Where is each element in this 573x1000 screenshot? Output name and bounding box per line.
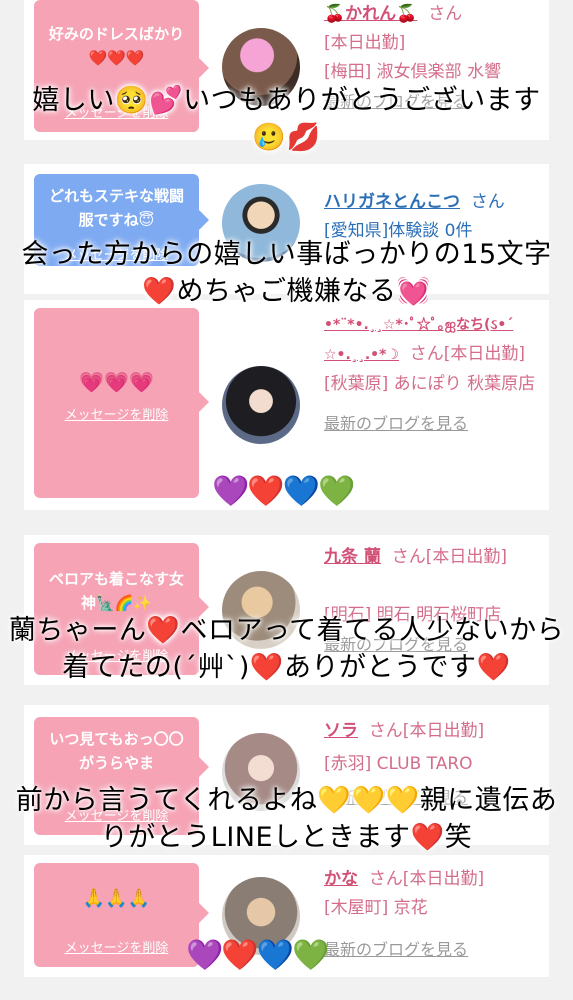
honorific: さん[本日出勤] (368, 721, 485, 741)
message-text: どれもステキな戦闘服ですね😇 (48, 187, 184, 229)
honorific: さん[本日出勤] (409, 344, 526, 364)
cast-name-link-2[interactable]: ☆•.¸¸.•*☽ (324, 347, 399, 363)
cast-name-link[interactable]: 🍒かれん🍒 (324, 4, 417, 24)
cast-name-link[interactable]: ハリガネとんこつ (324, 192, 460, 212)
cast-info: かな さん[本日出勤] [木屋町] 京花 最新のブログを見る (324, 865, 539, 964)
overlay-caption: 会った方からの嬉しい事ばっかりの15文字❤️めちゃご機嫌なる💓 (21, 239, 552, 307)
shop-text[interactable]: [秋葉原] あにぽり 秋葉原店 (324, 370, 539, 399)
honorific: さん (470, 192, 505, 212)
delete-message-link[interactable]: メッセージを削除 (34, 937, 199, 961)
overlay-caption: 嬉しい🥺💕いつもありがとうございます🥲💋 (32, 85, 541, 153)
avatar[interactable] (222, 366, 300, 444)
blog-link[interactable]: 最新のブログを見る (324, 935, 539, 964)
honorific: さん (428, 4, 463, 24)
shop-text[interactable]: [赤羽] CLUB TARO (324, 750, 539, 779)
heart-emoji-row: 💜❤️💙💚 (212, 474, 355, 509)
message-text: ベロアも着こなす女神🗽🌈✨ (48, 570, 184, 612)
message-text: 🙏🙏🙏 (82, 888, 151, 909)
message-bubble: 💗💗💗 メッセージを削除 (34, 308, 209, 498)
overlay-caption: 蘭ちゃーん❤️ベロアって着てる人少ないから着てたの(´艸`)❤️ありがとうです❤… (8, 615, 565, 683)
message-text: 好みのドレスばかり❤️❤️❤️ (48, 25, 185, 67)
message-text: いつ見てもおっ〇〇がうらやま (49, 730, 184, 772)
blog-link[interactable]: 最新のブログを見る (324, 409, 539, 438)
honorific: さん[本日出勤] (391, 547, 507, 567)
status-text: [本日出勤] (324, 33, 406, 53)
delete-message-link[interactable]: メッセージを削除 (34, 404, 199, 428)
honorific: さん[本日出勤] (368, 869, 485, 889)
message-text: 💗💗💗 (79, 370, 154, 394)
cast-name-link[interactable]: •*¨*•.¸¸☆*･ﾟ☆ﾟ｡ஐなち(ઽ•´ (324, 317, 513, 333)
message-bubble: 🙏🙏🙏 メッセージを削除 (34, 863, 209, 967)
cast-name-link[interactable]: かな (324, 869, 358, 889)
cast-info: •*¨*•.¸¸☆*･ﾟ☆ﾟ｡ஐなち(ઽ•´ ☆•.¸¸.•*☽ さん[本日出勤… (324, 310, 539, 438)
shop-text[interactable]: [木屋町] 京花 (324, 894, 539, 923)
cast-name-link[interactable]: 九条 蘭 (324, 547, 381, 567)
overlay-caption: 前から言うてくれるよね💛💛💛親に遺伝ありがとうLINEしときます❤️笑 (15, 785, 558, 853)
heart-emoji-row: 💜❤️💙💚 (186, 938, 329, 973)
cast-name-link[interactable]: ソラ (324, 721, 358, 741)
